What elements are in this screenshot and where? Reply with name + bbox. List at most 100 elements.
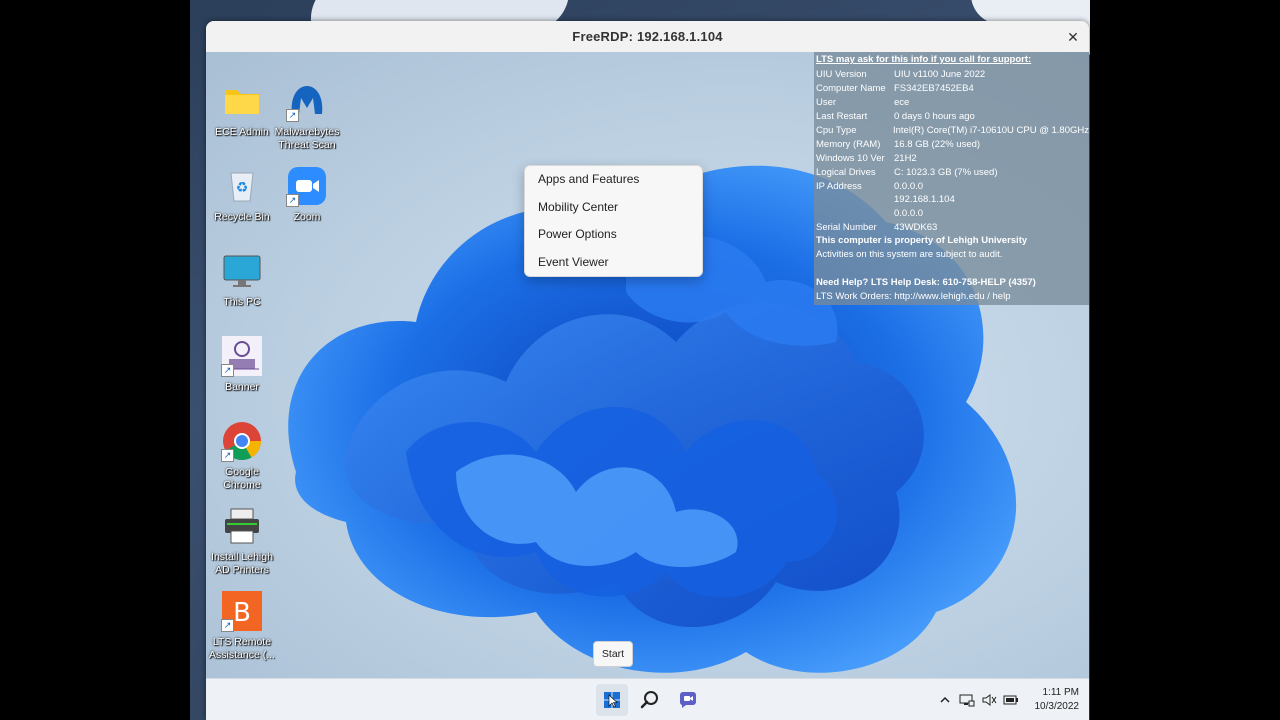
close-button[interactable]: ✕ xyxy=(1063,27,1083,47)
volume-button[interactable] xyxy=(978,689,1000,711)
desktop-icon-label: This PC xyxy=(223,296,261,308)
info-value: 0.0.0.0 xyxy=(894,180,924,192)
shortcut-arrow-icon: ↗ xyxy=(221,619,234,632)
info-value: ece xyxy=(894,97,910,109)
shortcut-arrow-icon: ↗ xyxy=(286,109,299,122)
close-icon: ✕ xyxy=(1067,29,1079,45)
info-value: 43WDK63 xyxy=(894,222,938,234)
work-orders-line: LTS Work Orders: http://www.lehigh.edu /… xyxy=(816,290,1011,302)
start-context-menu: Apps and Features Mobility Center Power … xyxy=(524,165,703,277)
network-icon xyxy=(959,694,975,707)
desktop-icon-google-chrome[interactable]: ↗ Google Chrome xyxy=(206,420,278,492)
start-tooltip: Start xyxy=(593,641,633,667)
search-button[interactable] xyxy=(634,684,666,716)
zoom-icon: ↗ xyxy=(286,165,328,207)
show-hidden-icons-button[interactable] xyxy=(934,689,956,711)
svg-text:B: B xyxy=(233,598,251,628)
desktop-icon-label: ECE Admin xyxy=(215,126,269,138)
info-value: UIU v1100 June 2022 xyxy=(894,69,986,81)
help-line: Need Help? LTS Help Desk: 610-758-HELP (… xyxy=(816,276,1036,288)
svg-text:♻: ♻ xyxy=(236,180,249,196)
audit-notice: Activities on this system are subject to… xyxy=(816,248,1003,260)
printer-icon xyxy=(221,505,263,547)
window-title: FreeRDP: 192.168.1.104 xyxy=(572,29,723,44)
battery-button[interactable] xyxy=(1000,689,1022,711)
info-value: 21H2 xyxy=(894,152,917,164)
menu-item-mobility-center[interactable]: Mobility Center xyxy=(525,194,702,222)
folder-icon xyxy=(221,80,263,122)
info-row: IP Address 0.0.0.0 xyxy=(814,179,1089,193)
desktop-icon-label: Install Lehigh AD Printers xyxy=(211,551,273,576)
clock-time: 1:11 PM xyxy=(1042,687,1080,698)
info-row: Memory (RAM) 16.8 GB (22% used) xyxy=(814,137,1089,151)
start-button[interactable] xyxy=(596,684,628,716)
desktop-icon-this-pc[interactable]: This PC xyxy=(206,250,278,309)
menu-item-apps-and-features[interactable]: Apps and Features xyxy=(525,166,702,194)
system-tray xyxy=(934,679,1022,720)
malwarebytes-icon: ↗ xyxy=(286,80,328,122)
monitor-icon xyxy=(221,250,263,292)
info-row: Logical Drives C: 1023.3 GB (7% used) xyxy=(814,165,1089,179)
info-row: Cpu Type Intel(R) Core(TM) i7-10610U CPU … xyxy=(814,124,1089,138)
info-row: Windows 10 Ver 21H2 xyxy=(814,151,1089,165)
desktop-icon-label: Zoom xyxy=(293,211,321,223)
info-value: FS342EB7452EB4 xyxy=(894,83,974,95)
chrome-icon: ↗ xyxy=(221,420,263,462)
recycle-bin-icon: ♻ xyxy=(221,165,263,207)
info-key: Computer Name xyxy=(816,83,886,95)
volume-icon xyxy=(982,694,997,706)
bomgar-icon: B ↗ xyxy=(221,590,263,632)
window-titlebar[interactable]: FreeRDP: 192.168.1.104 ✕ xyxy=(206,21,1089,53)
chevron-up-icon xyxy=(940,696,950,703)
desktop-icon-ece-admin[interactable]: ECE Admin xyxy=(206,80,278,139)
banner-icon: ↗ xyxy=(221,335,263,377)
desktop-icon-label: Malwarebytes Threat Scan xyxy=(274,126,340,151)
system-info-panel: LTS may ask for this info if you call fo… xyxy=(814,52,1089,305)
desktop-icon-install-printers[interactable]: Install Lehigh AD Printers xyxy=(206,505,278,577)
info-value: 192.168.1.104 xyxy=(894,194,955,206)
remote-desktop[interactable]: ECE Admin ↗ Malwarebytes Threat Scan ♻ R… xyxy=(206,52,1089,678)
desktop-icon-label: Google Chrome xyxy=(223,466,261,491)
network-button[interactable] xyxy=(956,689,978,711)
shortcut-arrow-icon: ↗ xyxy=(221,449,234,462)
info-row: Computer Name FS342EB7452EB4 xyxy=(814,82,1089,96)
info-value: 16.8 GB (22% used) xyxy=(894,138,981,150)
info-row: Last Restart 0 days 0 hours ago xyxy=(814,110,1089,124)
start-icon xyxy=(604,692,620,708)
freerdp-window: FreeRDP: 192.168.1.104 ✕ ECE Admin ↗ Mal… xyxy=(206,21,1089,720)
info-row: UIU Version UIU v1100 June 2022 xyxy=(814,68,1089,82)
info-row: 192.168.1.104 xyxy=(814,193,1089,207)
info-key: Last Restart xyxy=(816,111,868,123)
desktop-icon-banner[interactable]: ↗ Banner xyxy=(206,335,278,394)
taskbar-clock[interactable]: 1:11 PM 10/3/2022 xyxy=(1035,686,1080,714)
info-key: User xyxy=(816,97,837,109)
shortcut-arrow-icon: ↗ xyxy=(221,364,234,377)
info-value: C: 1023.3 GB (7% used) xyxy=(894,166,998,178)
desktop-icon-malwarebytes[interactable]: ↗ Malwarebytes Threat Scan xyxy=(271,80,343,152)
info-key: Windows 10 Ver xyxy=(816,152,885,164)
chat-button[interactable] xyxy=(672,684,704,716)
info-key: UIU Version xyxy=(816,69,867,81)
menu-item-event-viewer[interactable]: Event Viewer xyxy=(525,249,702,277)
info-value: Intel(R) Core(TM) i7-10610U CPU @ 1.80GH… xyxy=(892,125,1089,136)
clock-date: 10/3/2022 xyxy=(1034,701,1080,712)
info-key: Logical Drives xyxy=(816,166,876,178)
battery-icon xyxy=(1003,695,1018,705)
desktop-icon-label: LTS Remote Assistance (... xyxy=(209,636,275,661)
desktop-icon-lts-remote-assistance[interactable]: B ↗ LTS Remote Assistance (... xyxy=(206,590,278,662)
desktop-icon-recycle-bin[interactable]: ♻ Recycle Bin xyxy=(206,165,278,224)
info-key: Memory (RAM) xyxy=(816,138,881,150)
info-row: 0.0.0.0 xyxy=(814,207,1089,221)
info-row: User ece xyxy=(814,96,1089,110)
search-icon xyxy=(640,691,658,709)
info-panel-header: LTS may ask for this info if you call fo… xyxy=(816,54,1032,65)
info-key: IP Address xyxy=(816,180,862,192)
desktop-icon-zoom[interactable]: ↗ Zoom xyxy=(271,165,343,224)
info-value: 0 days 0 hours ago xyxy=(894,111,975,123)
info-key: Cpu Type xyxy=(816,125,857,136)
info-row: Serial Number 43WDK63 xyxy=(814,221,1089,235)
property-notice: This computer is property of Lehigh Univ… xyxy=(816,234,1028,246)
info-value: 0.0.0.0 xyxy=(894,208,924,220)
menu-item-power-options[interactable]: Power Options xyxy=(525,221,702,249)
